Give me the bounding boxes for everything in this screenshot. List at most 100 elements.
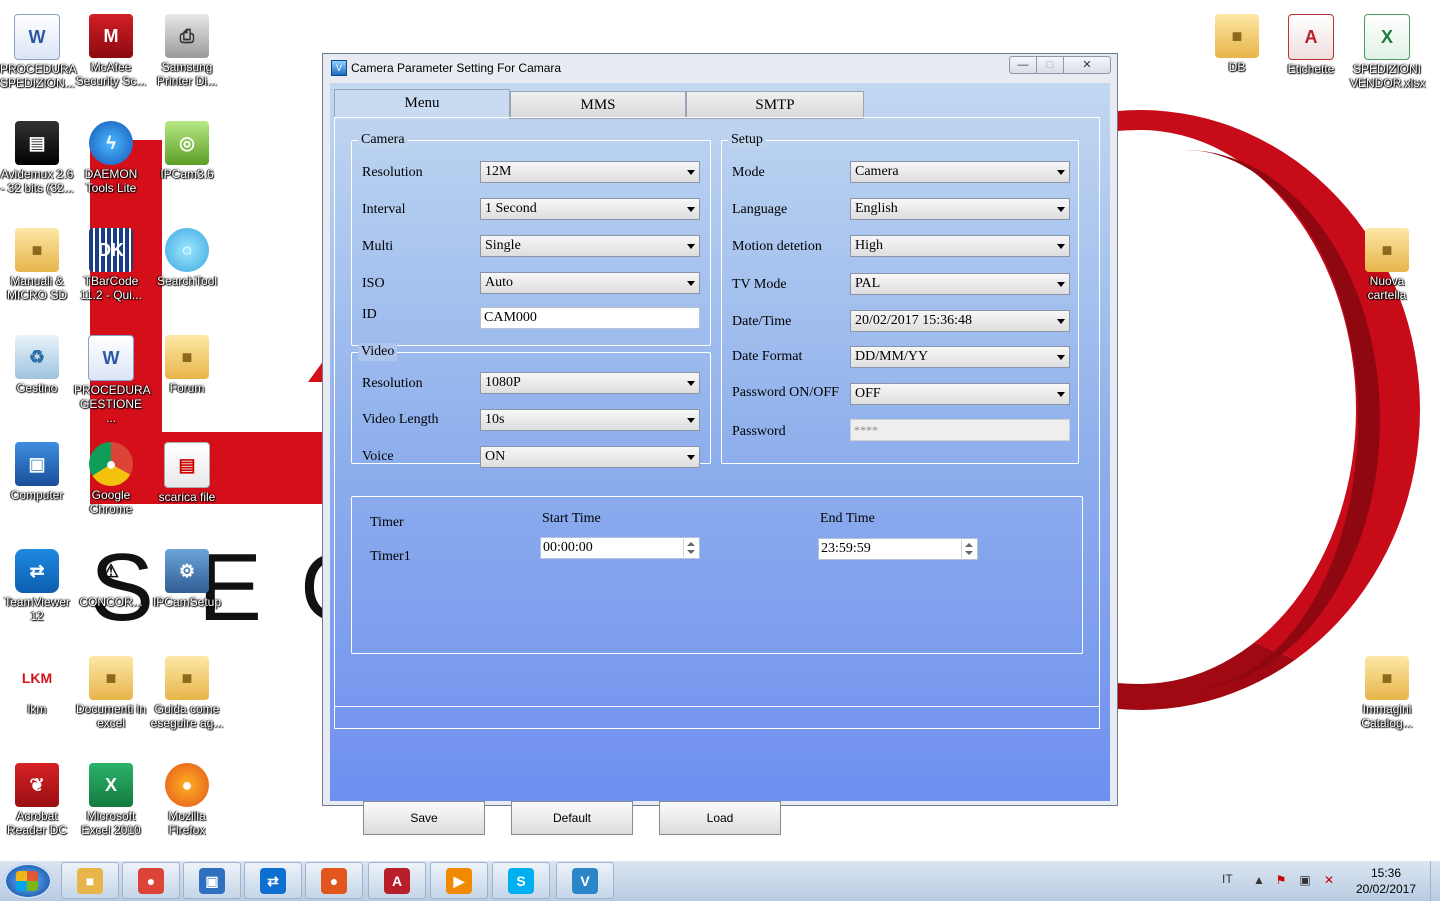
desktop-icon[interactable]: ⚙ IPCamSetup	[150, 543, 224, 643]
wallpaper-letter-c: C	[300, 540, 322, 636]
date-format-select[interactable]: DD/MM/YY	[850, 346, 1070, 368]
desktop-icon[interactable]: ϟ DAEMON Tools Lite	[74, 115, 148, 215]
save-button[interactable]: Save	[363, 801, 485, 835]
dropdown-arrow-icon	[1057, 282, 1065, 287]
default-button[interactable]: Default	[511, 801, 633, 835]
iso-select[interactable]: Auto	[480, 272, 700, 294]
video-length-value: 10s	[485, 412, 505, 427]
desktop-icon[interactable]: A Etichette	[1274, 8, 1348, 108]
taskbar-button-explorer-folder[interactable]: ■	[61, 862, 119, 899]
desktop-icon[interactable]: ⚠ CONCOR...	[74, 543, 148, 643]
video-resolution-select[interactable]: 1080P	[480, 372, 700, 394]
spin-buttons[interactable]	[961, 540, 976, 558]
desktop-icon[interactable]: X Microsoft Excel 2010	[74, 757, 148, 857]
desktop-icon-label: PROCEDURA SPEDIZION...	[0, 62, 77, 90]
desktop-icon[interactable]: ⇄ TeamViewer 12	[0, 543, 74, 643]
show-desktop-button[interactable]	[1430, 861, 1440, 901]
voice-label: Voice	[362, 449, 394, 464]
taskbar-button-firefox[interactable]: ●	[305, 862, 363, 899]
desktop-icon-label: Cestino	[16, 381, 58, 395]
voice-select[interactable]: ON	[480, 446, 700, 468]
motion-detection-select[interactable]: High	[850, 235, 1070, 257]
chrome-icon: ●	[89, 442, 133, 486]
taskbar-button-camera-setting-app[interactable]: V	[556, 862, 614, 899]
start-button[interactable]	[4, 863, 52, 899]
desktop-icon[interactable]: ⎙ Samsung Printer Di...	[150, 8, 224, 108]
spin-up-icon	[965, 543, 973, 547]
motion-detection-value: High	[855, 238, 883, 253]
desktop-icon[interactable]: W PROCEDURA GESTIONE ...	[74, 329, 151, 429]
desktop-icon[interactable]: M McAfee Security Sc...	[74, 8, 148, 108]
desktop-icon[interactable]: ◎ IPCam3.6	[150, 115, 224, 215]
date-time-picker[interactable]: 20/02/2017 15:36:48	[850, 310, 1070, 332]
title-bar[interactable]: V Camera Parameter Setting For Camara — …	[323, 54, 1117, 82]
desktop-icon[interactable]: ■ Immagini Catalog...	[1350, 650, 1424, 750]
tv-mode-select[interactable]: PAL	[850, 273, 1070, 295]
taskbar-button-access[interactable]: A	[368, 862, 426, 899]
system-clock[interactable]: 15:36 20/02/2017	[1346, 865, 1426, 897]
tab-smtp[interactable]: SMTP	[686, 91, 864, 119]
desktop-icon[interactable]: ■ Nuova cartella	[1350, 222, 1424, 322]
desktop-icon[interactable]: ■ Manuali & MICRO SD	[0, 222, 74, 322]
dropdown-arrow-icon	[1057, 355, 1065, 360]
mode-select[interactable]: Camera	[850, 161, 1070, 183]
desktop-icon[interactable]: LKM lkm	[0, 650, 74, 750]
timer1-end-time-input[interactable]: 23:59:59	[818, 538, 978, 560]
network-computer-icon: ▣	[199, 867, 225, 894]
volume-muted-icon[interactable]: ✕	[1322, 873, 1336, 887]
desktop-icon[interactable]: ▣ Computer	[0, 436, 74, 536]
language-select[interactable]: English	[850, 198, 1070, 220]
desktop-icon[interactable]: ■ Guida come eseguire ag...	[150, 650, 224, 750]
desktop-icon[interactable]: ❦ Acrobat Reader DC	[0, 757, 74, 857]
desktop-icon[interactable]: ▤ scarica file	[150, 436, 224, 536]
show-hidden-icons-icon[interactable]: ▲	[1252, 873, 1266, 887]
tab-menu[interactable]: Menu	[334, 89, 510, 119]
desktop-icon[interactable]: X SPEDIZIONI VENDOR.xlsx	[1350, 8, 1425, 108]
taskbar-button-chrome[interactable]: ●	[122, 862, 180, 899]
folder-icon: ■	[89, 656, 133, 700]
desktop-icon[interactable]: ■ Documenti in excel	[74, 650, 148, 750]
taskbar-button-skype[interactable]: S	[492, 862, 550, 899]
taskbar-button-media-player[interactable]: ▶	[430, 862, 488, 899]
maximize-button[interactable]: □	[1036, 56, 1064, 74]
desktop-icon[interactable]: ▤ Avidemux 2.6 - 32 bits (32...	[0, 115, 74, 215]
password-onoff-select[interactable]: OFF	[850, 383, 1070, 405]
desktop-icon[interactable]: ○ SearchTool	[150, 222, 224, 322]
network-icon[interactable]: ▣	[1298, 873, 1312, 887]
desktop-icon[interactable]: DK TBarCode 11.2 - Qui...	[74, 222, 148, 322]
video-length-select[interactable]: 10s	[480, 409, 700, 431]
desktop-icon[interactable]: ● Mozilla Firefox	[150, 757, 224, 857]
password-input[interactable]: ****	[850, 419, 1070, 441]
desktop-icon-label: DB	[1228, 60, 1246, 74]
video-resolution-value: 1080P	[485, 375, 521, 390]
taskbar-button-network-computer[interactable]: ▣	[183, 862, 241, 899]
camera-resolution-select[interactable]: 12M	[480, 161, 700, 183]
explorer-folder-icon: ■	[77, 867, 103, 894]
video-group-legend: Video	[358, 343, 398, 361]
dropdown-arrow-icon	[1057, 244, 1065, 249]
desktop-icon[interactable]: ■ Forum	[150, 329, 224, 429]
folder-icon: ■	[1215, 14, 1259, 58]
desktop-icon[interactable]: W PROCEDURA SPEDIZION...	[0, 8, 77, 108]
desktop-icon[interactable]: ♻ Cestino	[0, 329, 74, 429]
interval-select[interactable]: 1 Second	[480, 198, 700, 220]
camera-parameter-window: V Camera Parameter Setting For Camara — …	[322, 53, 1118, 835]
tab-mms[interactable]: MMS	[510, 91, 686, 119]
timer1-start-time-input[interactable]: 00:00:00	[540, 537, 700, 559]
action-center-flag-icon[interactable]: ⚑	[1274, 873, 1288, 887]
close-button[interactable]: ✕	[1063, 56, 1111, 74]
excel-file-icon: X	[1364, 14, 1410, 60]
load-button[interactable]: Load	[659, 801, 781, 835]
input-language-indicator[interactable]: IT	[1222, 872, 1233, 886]
minimize-button[interactable]: —	[1009, 56, 1037, 74]
desktop-icon[interactable]: ■ DB	[1200, 8, 1274, 108]
spin-buttons[interactable]	[683, 539, 698, 557]
multi-select[interactable]: Single	[480, 235, 700, 257]
folder-icon: ■	[15, 228, 59, 272]
language-label: Language	[732, 202, 788, 217]
clock-time: 15:36	[1370, 866, 1402, 880]
desktop-icon-label: Forum	[169, 381, 205, 395]
camera-id-input[interactable]: CAM000	[480, 307, 700, 329]
taskbar-button-teamviewer[interactable]: ⇄	[244, 862, 302, 899]
desktop-icon[interactable]: ● Google Chrome	[74, 436, 148, 536]
